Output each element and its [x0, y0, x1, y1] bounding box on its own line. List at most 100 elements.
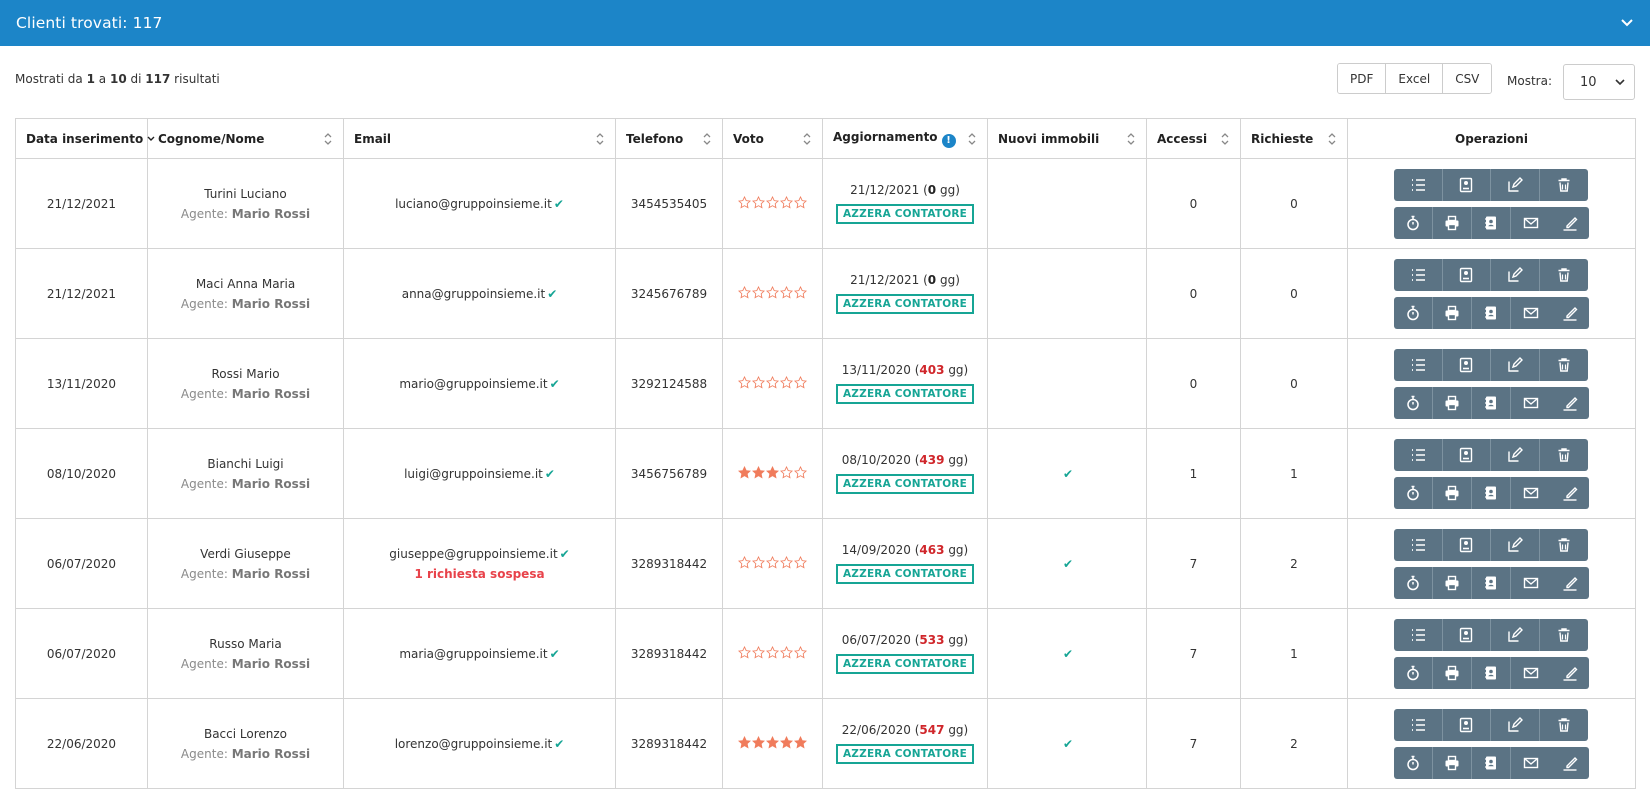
sort-icon[interactable]: [1126, 132, 1136, 146]
stopwatch-button[interactable]: [1394, 296, 1433, 329]
list-button[interactable]: [1394, 618, 1443, 651]
print-button[interactable]: [1433, 386, 1472, 419]
edit-button[interactable]: [1491, 618, 1540, 651]
edit-button[interactable]: [1491, 348, 1540, 381]
column-header-4[interactable]: Voto: [722, 118, 823, 159]
print-button[interactable]: [1433, 206, 1472, 239]
rating-stars-icon[interactable]: [738, 195, 807, 209]
print-button[interactable]: [1433, 476, 1472, 509]
column-header-7[interactable]: Accessi: [1146, 118, 1241, 159]
profile-card-button[interactable]: [1442, 168, 1491, 201]
sort-icon[interactable]: [1327, 132, 1337, 146]
trash-button[interactable]: [1539, 708, 1588, 741]
rating-stars-icon[interactable]: [738, 285, 807, 299]
rating-stars-icon[interactable]: [738, 465, 807, 479]
export-excel-button[interactable]: Excel: [1385, 64, 1443, 93]
cell-rating[interactable]: [722, 338, 823, 429]
trash-button[interactable]: [1539, 348, 1588, 381]
info-icon[interactable]: !: [941, 133, 956, 148]
edit-button[interactable]: [1491, 258, 1540, 291]
edit-button[interactable]: [1491, 528, 1540, 561]
edit-button[interactable]: [1491, 708, 1540, 741]
list-button[interactable]: [1394, 348, 1443, 381]
address-book-button[interactable]: [1472, 746, 1511, 779]
reset-counter-button[interactable]: AZZERA CONTATORE: [835, 744, 975, 764]
sort-icon[interactable]: [802, 132, 812, 146]
address-book-button[interactable]: [1472, 656, 1511, 689]
sort-icon[interactable]: [323, 132, 333, 146]
mail-button[interactable]: [1511, 206, 1550, 239]
mail-button[interactable]: [1511, 476, 1550, 509]
stopwatch-button[interactable]: [1394, 566, 1433, 599]
cell-rating[interactable]: [722, 158, 823, 249]
column-header-8[interactable]: Richieste: [1240, 118, 1348, 159]
print-button[interactable]: [1433, 746, 1472, 779]
pending-request[interactable]: 1 richiesta sospesa: [344, 567, 615, 581]
signature-button[interactable]: [1550, 386, 1589, 419]
print-button[interactable]: [1433, 656, 1472, 689]
profile-card-button[interactable]: [1442, 258, 1491, 291]
trash-button[interactable]: [1539, 528, 1588, 561]
stopwatch-button[interactable]: [1394, 746, 1433, 779]
column-header-6[interactable]: Nuovi immobili: [987, 118, 1147, 159]
sort-icon[interactable]: [967, 132, 977, 146]
mail-button[interactable]: [1511, 746, 1550, 779]
rating-stars-icon[interactable]: [738, 645, 807, 659]
address-book-button[interactable]: [1472, 566, 1511, 599]
list-button[interactable]: [1394, 528, 1443, 561]
column-header-2[interactable]: Email: [343, 118, 616, 159]
stopwatch-button[interactable]: [1394, 476, 1433, 509]
trash-button[interactable]: [1539, 618, 1588, 651]
trash-button[interactable]: [1539, 168, 1588, 201]
stopwatch-button[interactable]: [1394, 386, 1433, 419]
column-header-1[interactable]: Cognome/Nome: [147, 118, 344, 159]
page-size-select[interactable]: 10: [1563, 64, 1635, 100]
mail-button[interactable]: [1511, 386, 1550, 419]
profile-card-button[interactable]: [1442, 618, 1491, 651]
stopwatch-button[interactable]: [1394, 656, 1433, 689]
trash-button[interactable]: [1539, 258, 1588, 291]
list-button[interactable]: [1394, 708, 1443, 741]
sort-icon[interactable]: [1220, 132, 1230, 146]
signature-button[interactable]: [1550, 296, 1589, 329]
edit-button[interactable]: [1491, 438, 1540, 471]
list-button[interactable]: [1394, 438, 1443, 471]
profile-card-button[interactable]: [1442, 438, 1491, 471]
cell-rating[interactable]: [722, 518, 823, 609]
column-header-5[interactable]: Aggiornamento!: [822, 118, 988, 159]
address-book-button[interactable]: [1472, 206, 1511, 239]
column-header-0[interactable]: Data inserimento: [15, 118, 155, 159]
print-button[interactable]: [1433, 296, 1472, 329]
edit-button[interactable]: [1491, 168, 1540, 201]
chevron-down-icon[interactable]: [1620, 16, 1634, 30]
sort-icon[interactable]: [595, 132, 605, 146]
stopwatch-button[interactable]: [1394, 206, 1433, 239]
print-button[interactable]: [1433, 566, 1472, 599]
reset-counter-button[interactable]: AZZERA CONTATORE: [835, 564, 975, 584]
list-button[interactable]: [1394, 258, 1443, 291]
cell-rating[interactable]: [722, 428, 823, 519]
signature-button[interactable]: [1550, 566, 1589, 599]
cell-rating[interactable]: [722, 698, 823, 789]
profile-card-button[interactable]: [1442, 528, 1491, 561]
address-book-button[interactable]: [1472, 296, 1511, 329]
trash-button[interactable]: [1539, 438, 1588, 471]
mail-button[interactable]: [1511, 656, 1550, 689]
signature-button[interactable]: [1550, 656, 1589, 689]
mail-button[interactable]: [1511, 566, 1550, 599]
address-book-button[interactable]: [1472, 386, 1511, 419]
column-header-3[interactable]: Telefono: [615, 118, 723, 159]
reset-counter-button[interactable]: AZZERA CONTATORE: [835, 474, 975, 494]
sort-icon[interactable]: [702, 132, 712, 146]
cell-rating[interactable]: [722, 608, 823, 699]
reset-counter-button[interactable]: AZZERA CONTATORE: [835, 654, 975, 674]
reset-counter-button[interactable]: AZZERA CONTATORE: [835, 294, 975, 314]
profile-card-button[interactable]: [1442, 708, 1491, 741]
export-csv-button[interactable]: CSV: [1442, 64, 1492, 93]
profile-card-button[interactable]: [1442, 348, 1491, 381]
rating-stars-icon[interactable]: [738, 735, 807, 749]
rating-stars-icon[interactable]: [738, 555, 807, 569]
reset-counter-button[interactable]: AZZERA CONTATORE: [835, 384, 975, 404]
address-book-button[interactable]: [1472, 476, 1511, 509]
rating-stars-icon[interactable]: [738, 375, 807, 389]
